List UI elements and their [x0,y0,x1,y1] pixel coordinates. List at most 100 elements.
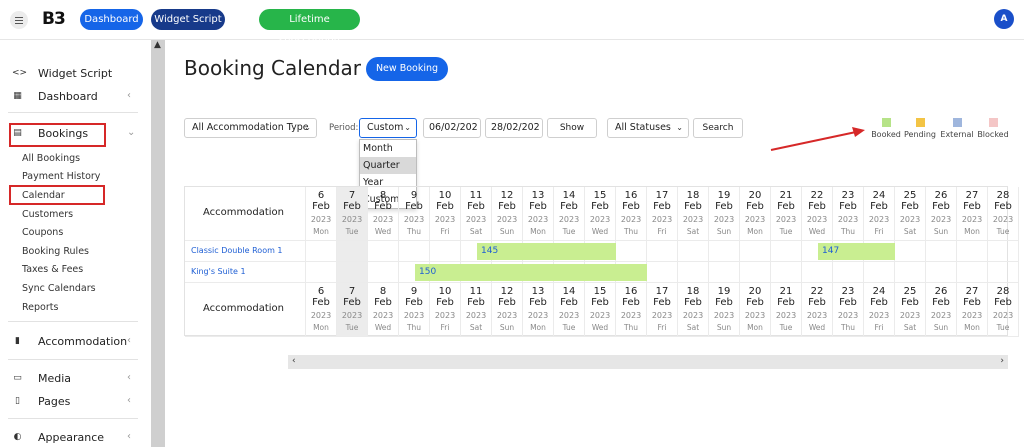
weekday-label: Sun [933,323,949,332]
day-number: 12 [500,286,514,297]
calendar-cell[interactable] [709,241,740,262]
calendar-cell[interactable] [337,262,368,283]
booking-bar[interactable]: 147 [818,243,895,260]
avatar[interactable]: A [994,9,1014,29]
calendar-cell[interactable] [647,262,678,283]
month-label: Feb [808,297,826,308]
day-number: 18 [686,190,700,201]
month-label: Feb [529,201,547,212]
day-header: 9 Feb 2023 Thu [399,187,430,241]
weekday-label: Wed [808,323,826,332]
logo[interactable]: B3 [42,9,66,29]
day-header: 25 Feb 2023 Sat [895,283,926,337]
sidebar-item-accommodation[interactable]: ▮ Accommodation ‹ [0,332,151,352]
period-option-month[interactable]: Month [360,140,416,157]
month-label: Feb [560,297,578,308]
calendar-cell[interactable] [926,241,957,262]
calendar-cell[interactable] [678,241,709,262]
calendar-cell[interactable] [337,241,368,262]
calendar-cell[interactable] [771,262,802,283]
sidebar-item-pages[interactable]: ▯ Pages ‹ [0,392,151,412]
month-label: Feb [653,297,671,308]
year-label: 2023 [682,215,704,224]
calendar-cell[interactable] [957,241,988,262]
calendar-cell[interactable] [368,241,399,262]
sidebar-subitem-payment-history[interactable]: Payment History [22,171,100,182]
year-label: 2023 [682,311,704,320]
day-number: 10 [438,190,452,201]
calendar-cell[interactable] [740,241,771,262]
sidebar-scrollbar[interactable]: ▲ [151,40,165,447]
calendar-cell[interactable] [771,241,802,262]
calendar-cell[interactable] [802,262,833,283]
calendar-cell[interactable] [988,241,1019,262]
calendar-cell[interactable] [368,262,399,283]
month-label: Feb [684,201,702,212]
month-label: Feb [405,297,423,308]
day-number: 20 [748,190,762,201]
day-header: 19 Feb 2023 Sun [709,187,740,241]
day-number: 8 [379,190,387,201]
calendar-cell[interactable] [647,241,678,262]
sidebar-subitem-sync-calendars[interactable]: Sync Calendars [22,283,96,294]
weekday-label: Thu [623,227,639,236]
show-button[interactable]: Show [547,118,597,138]
chevron-right-icon[interactable]: › [1000,356,1004,366]
date-from-input[interactable]: 06/02/202 [423,118,481,138]
calendar-cell[interactable] [833,262,864,283]
sidebar-subitem-customers[interactable]: Customers [22,209,73,220]
calendar-cell[interactable] [895,241,926,262]
sidebar-item-label: Accommodation [38,335,128,348]
room-link[interactable]: Classic Double Room 1 [191,246,283,255]
sidebar-item-appearance[interactable]: ◐ Appearance ‹ [0,428,151,448]
calendar-cell[interactable] [430,241,461,262]
day-number: 21 [779,190,793,201]
calendar-cell[interactable] [306,241,337,262]
calendar-cell[interactable] [864,262,895,283]
sidebar-subitem-booking-rules[interactable]: Booking Rules [22,246,89,257]
day-header: 22 Feb 2023 Wed [802,187,833,241]
search-button[interactable]: Search [693,118,743,138]
calendar-cell[interactable] [957,262,988,283]
room-row-label: King's Suite 1 [185,262,306,283]
day-number: 7 [348,286,356,297]
sidebar-subitem-reports[interactable]: Reports [22,302,58,313]
sidebar-subitem-taxes-fees[interactable]: Taxes & Fees [22,264,83,275]
sidebar-subitem-coupons[interactable]: Coupons [22,227,63,238]
booking-bar[interactable]: 150 [415,264,647,281]
accommodation-header: Accommodation [185,283,306,337]
calendar-cell[interactable] [988,262,1019,283]
sidebar-item-widget-script[interactable]: <> Widget Script [0,64,151,84]
room-link[interactable]: King's Suite 1 [191,267,246,276]
calendar-cell[interactable] [399,241,430,262]
year-label: 2023 [930,215,952,224]
sidebar-item-media[interactable]: ▭ Media ‹ [0,369,151,389]
calendar-cell[interactable] [616,241,647,262]
calendar-cell[interactable] [926,262,957,283]
caret-up-icon[interactable]: ▲ [154,40,161,50]
calendar-cell[interactable] [306,262,337,283]
chevron-left-icon[interactable]: ‹ [292,356,296,366]
menu-icon[interactable] [10,11,28,29]
calendar-cell[interactable] [709,262,740,283]
lifetime-subscription-button[interactable]: Lifetime subscription [259,9,360,46]
accommodation-type-select[interactable]: All Accommodation Type ⌄ [184,118,317,138]
sidebar-subitem-all-bookings[interactable]: All Bookings [22,153,80,164]
period-select[interactable]: Custom ⌄ [359,118,417,138]
statuses-select[interactable]: All Statuses ⌄ [607,118,689,138]
dashboard-button[interactable]: Dashboard [80,9,143,30]
calendar-cell[interactable] [678,262,709,283]
calendar-cell[interactable] [740,262,771,283]
widget-script-button[interactable]: Widget Script [151,9,225,30]
month-label: Feb [901,297,919,308]
table-hscrollbar[interactable]: ‹ › [288,355,1008,369]
day-number: 17 [655,286,669,297]
booking-calendar-table: Accommodation 6 Feb 2023 Mon 7 Feb 2023 Tue 8 Feb 2… [184,186,1019,337]
calendar-cell[interactable] [895,262,926,283]
sidebar-item-dashboard[interactable]: ▦ Dashboard ‹ [0,87,151,107]
date-to-input[interactable]: 28/02/202 [485,118,543,138]
day-header: 27 Feb 2023 Mon [957,283,988,337]
period-option-quarter[interactable]: Quarter [360,157,416,174]
booking-bar[interactable]: 145 [477,243,616,260]
new-booking-button[interactable]: New Booking [366,57,448,81]
